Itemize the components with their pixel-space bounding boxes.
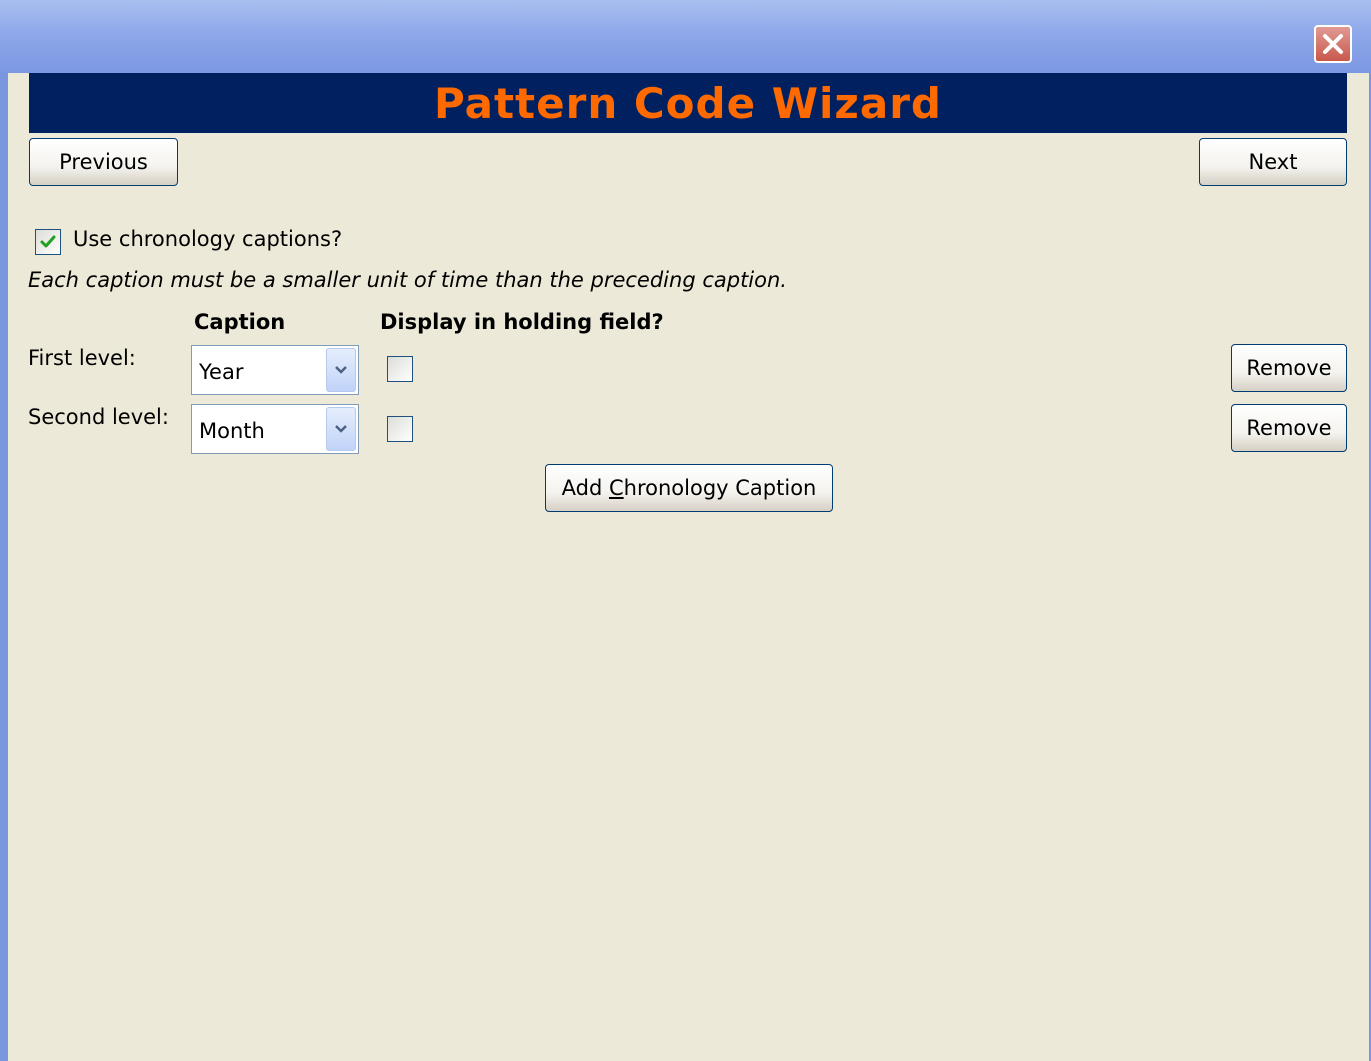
close-icon: [1323, 34, 1343, 54]
caption-column-header: Caption: [194, 310, 286, 334]
wizard-banner: Pattern Code Wizard: [29, 73, 1347, 133]
caption-hint-text: Each caption must be a smaller unit of t…: [28, 268, 787, 292]
add-caption-suffix: hronology Caption: [623, 476, 817, 500]
second-level-caption-value: Month: [199, 419, 265, 443]
wizard-window: [0, 0, 1371, 1061]
display-column-header: Display in holding field?: [380, 310, 664, 334]
first-level-label: First level:: [28, 346, 136, 370]
add-chronology-caption-button[interactable]: Add Chronology Caption: [545, 464, 833, 512]
previous-button[interactable]: Previous: [29, 138, 178, 186]
second-level-label: Second level:: [28, 405, 169, 429]
add-caption-mnemonic: C: [608, 476, 624, 500]
next-button[interactable]: Next: [1199, 138, 1347, 186]
second-level-display-checkbox[interactable]: [387, 416, 413, 442]
title-bar[interactable]: [0, 0, 1371, 73]
checkmark-icon: [40, 235, 56, 248]
second-level-caption-select[interactable]: Month: [191, 404, 359, 454]
dropdown-button[interactable]: [326, 348, 356, 392]
use-chronology-captions-label: Use chronology captions?: [73, 227, 343, 251]
first-level-remove-button[interactable]: Remove: [1231, 344, 1347, 392]
chevron-down-icon: [335, 425, 347, 433]
second-level-remove-button[interactable]: Remove: [1231, 404, 1347, 452]
first-level-caption-select[interactable]: Year: [191, 345, 359, 395]
use-chronology-captions-checkbox[interactable]: [35, 229, 61, 255]
wizard-title: Pattern Code Wizard: [433, 78, 942, 128]
chevron-down-icon: [335, 366, 347, 374]
close-button[interactable]: [1314, 25, 1352, 63]
first-level-display-checkbox[interactable]: [387, 356, 413, 382]
dropdown-button[interactable]: [326, 407, 356, 451]
add-caption-prefix: Add: [561, 476, 609, 500]
first-level-caption-value: Year: [199, 360, 244, 384]
